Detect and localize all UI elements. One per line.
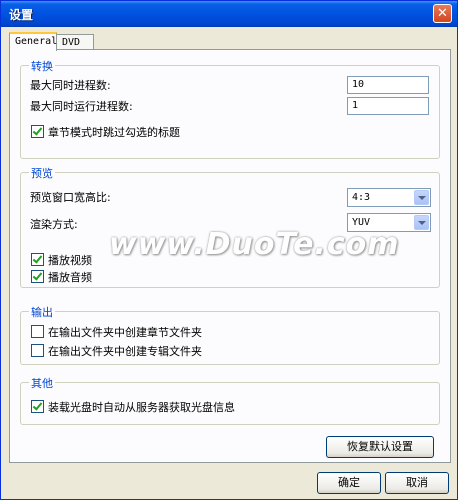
album-folder-checkbox[interactable] — [31, 344, 44, 357]
group-output-title: 输出 — [29, 304, 55, 320]
skip-checked-label: 章节模式时跳过勾选的标题 — [48, 126, 180, 139]
restore-defaults-button[interactable]: 恢复默认设置 — [326, 436, 434, 458]
max-processes-label: 最大同时进程数: — [30, 79, 111, 92]
close-button[interactable]: ✕ — [433, 4, 452, 23]
auto-disc-info-checkbox[interactable] — [31, 400, 44, 413]
play-video-label: 播放视频 — [48, 254, 92, 267]
ok-button[interactable]: 确定 — [317, 472, 381, 494]
tab-general[interactable]: General — [9, 32, 57, 51]
aspect-ratio-value: 4:3 — [352, 192, 371, 203]
play-audio-label: 播放音频 — [48, 271, 92, 284]
tab-dvd[interactable]: DVD — [56, 34, 94, 50]
title-bar[interactable]: 设置 ✕ — [1, 1, 457, 27]
chapter-folder-label: 在输出文件夹中创建章节文件夹 — [48, 326, 202, 339]
chapter-folder-checkbox[interactable] — [31, 325, 44, 338]
auto-disc-info-label: 装载光盘时自动从服务器获取光盘信息 — [48, 401, 235, 414]
play-video-checkbox[interactable] — [31, 253, 44, 266]
aspect-ratio-select[interactable]: 4:3 — [347, 188, 431, 207]
group-output: 输出 在输出文件夹中创建章节文件夹 在输出文件夹中创建专辑文件夹 — [20, 304, 440, 365]
max-processes-input[interactable]: 10 — [347, 76, 429, 94]
group-convert: 转换 最大同时进程数: 10 最大同时运行进程数: 1 章节模式时跳过勾选的标题 — [20, 58, 440, 159]
skip-checked-checkbox[interactable] — [31, 125, 44, 138]
group-convert-title: 转换 — [29, 58, 55, 74]
max-running-label: 最大同时运行进程数: — [30, 100, 133, 113]
settings-dialog: 设置 ✕ General DVD 转换 最大同时进程数: 10 最大同时运行进程… — [0, 0, 458, 500]
chevron-down-icon[interactable] — [414, 190, 429, 205]
watermark-text: www.DuoTe.com — [109, 227, 400, 262]
group-other: 其他 装载光盘时自动从服务器获取光盘信息 — [20, 375, 440, 425]
chevron-down-icon[interactable] — [414, 215, 429, 230]
aspect-ratio-label: 预览窗口宽高比: — [30, 191, 111, 204]
cancel-button[interactable]: 取消 — [385, 472, 449, 494]
group-preview-title: 预览 — [29, 165, 55, 181]
render-mode-label: 渲染方式: — [30, 218, 78, 231]
album-folder-label: 在输出文件夹中创建专辑文件夹 — [48, 345, 202, 358]
play-audio-checkbox[interactable] — [31, 270, 44, 283]
max-running-input[interactable]: 1 — [347, 97, 429, 115]
window-title: 设置 — [9, 8, 34, 22]
group-other-title: 其他 — [29, 375, 55, 391]
